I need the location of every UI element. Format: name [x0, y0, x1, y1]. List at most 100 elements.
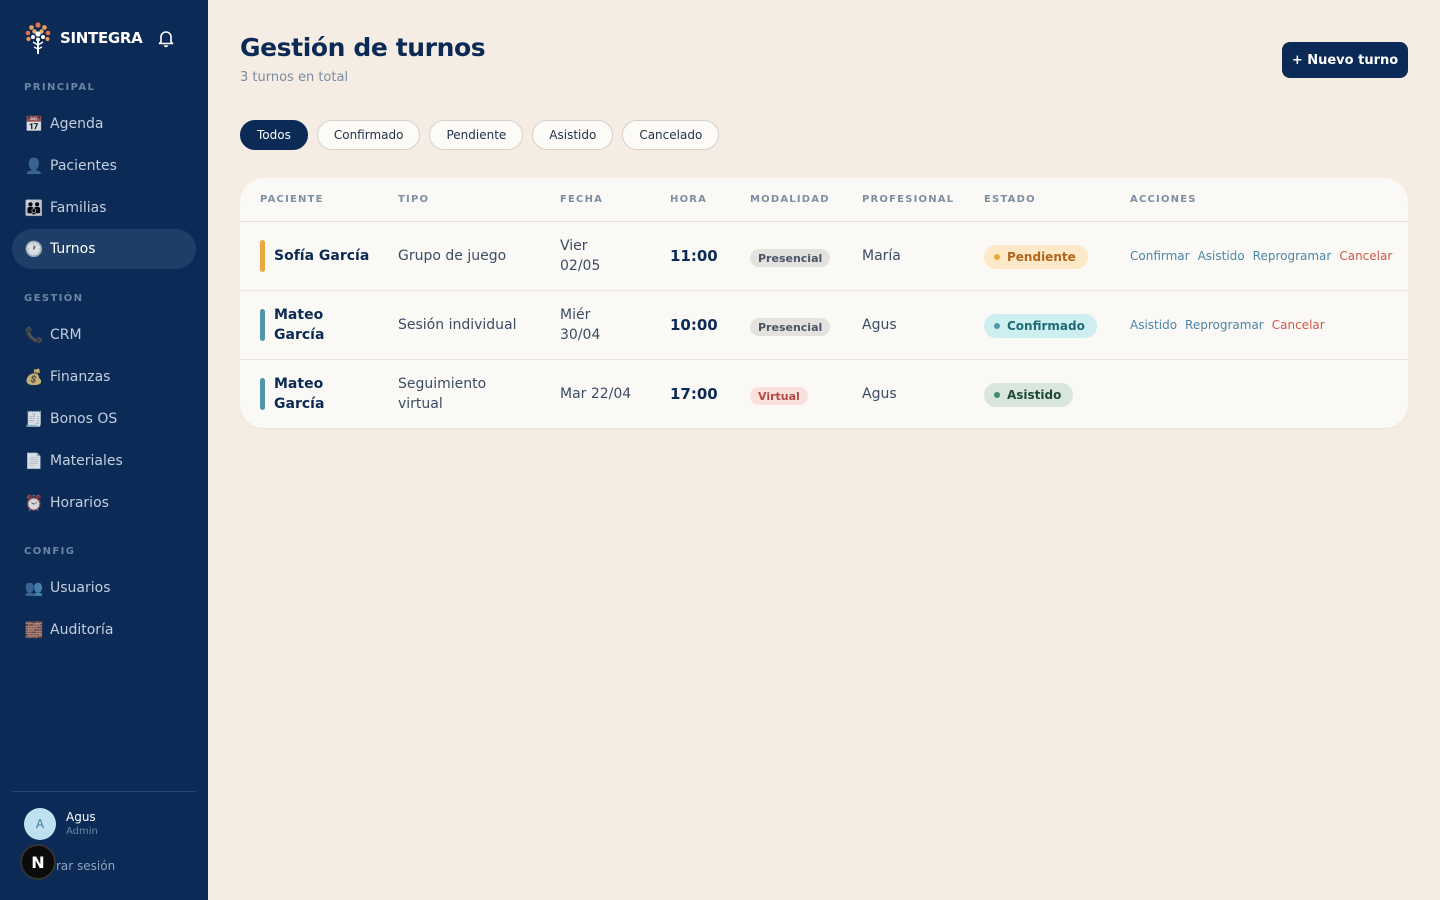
calendar-icon: 📅	[24, 115, 44, 133]
sidebar-item-label: Pacientes	[50, 158, 117, 174]
sidebar-item-materiales[interactable]: 📄 Materiales	[12, 441, 196, 481]
action-confirmar[interactable]: Confirmar	[1130, 249, 1190, 263]
section-label-config: CONFIG	[24, 546, 76, 557]
status-label: Pendiente	[1007, 250, 1076, 264]
column-header-tipo: TIPO	[398, 194, 430, 205]
appointment-date-day: Vier	[560, 238, 588, 254]
patient-first-name[interactable]: Mateo	[274, 305, 323, 325]
professional-name: Agus	[862, 317, 897, 333]
status-color-bar	[260, 240, 265, 272]
dev-tools-badge[interactable]: N	[20, 844, 56, 880]
sidebar-item-bonos-os[interactable]: 🧾 Bonos OS	[12, 399, 196, 439]
appointment-time: 17:00	[670, 385, 718, 403]
column-header-acciones: ACCIONES	[1130, 194, 1197, 205]
row-actions: Confirmar Asistido Reprogramar Cancelar	[1130, 249, 1392, 263]
appointment-type: Sesión individual	[398, 317, 517, 333]
sidebar-item-pacientes[interactable]: 👤 Pacientes	[12, 146, 196, 186]
action-asistido[interactable]: Asistido	[1130, 318, 1177, 332]
section-label-gestion: GESTIÓN	[24, 293, 84, 304]
user-name: Agus	[66, 810, 96, 824]
appointment-type-cont: virtual	[398, 396, 443, 412]
action-cancelar[interactable]: Cancelar	[1272, 318, 1325, 332]
filter-pendiente[interactable]: Pendiente	[429, 120, 524, 150]
sidebar-item-label: Agenda	[50, 116, 104, 132]
status-label: Asistido	[1007, 388, 1062, 402]
appointment-time: 11:00	[670, 247, 718, 265]
action-asistido[interactable]: Asistido	[1198, 249, 1245, 263]
appointment-type: Seguimiento	[398, 376, 487, 392]
column-header-fecha: FECHA	[560, 194, 604, 205]
page-subtitle: 3 turnos en total	[240, 70, 349, 85]
patient-name[interactable]: Sofía García	[274, 246, 369, 266]
sidebar-item-familias[interactable]: 👪 Familias	[12, 188, 196, 228]
appointment-date: Mar 22/04	[560, 386, 632, 402]
status-badge: Confirmado	[984, 314, 1097, 338]
status-color-bar	[260, 378, 265, 410]
filter-asistido[interactable]: Asistido	[532, 120, 614, 150]
status-dot	[994, 323, 1000, 329]
section-label-principal: PRINCIPAL	[24, 82, 96, 93]
column-header-estado: ESTADO	[984, 194, 1036, 205]
sidebar-item-usuarios[interactable]: 👥 Usuarios	[12, 568, 196, 608]
avatar[interactable]: A	[24, 808, 56, 840]
action-cancelar[interactable]: Cancelar	[1339, 249, 1392, 263]
status-dot	[994, 392, 1000, 398]
status-label: Confirmado	[1007, 319, 1085, 333]
sidebar-item-label: Turnos	[50, 241, 96, 257]
sidebar-item-label: Auditoría	[50, 622, 114, 638]
bricks-icon: 🧱	[24, 621, 44, 639]
appointment-date-day: Miér	[560, 307, 591, 323]
turnos-table: PACIENTE TIPO FECHA HORA MODALIDAD PROFE…	[240, 178, 1408, 428]
column-header-modalidad: MODALIDAD	[750, 194, 830, 205]
sidebar-item-agenda[interactable]: 📅 Agenda	[12, 104, 196, 144]
sidebar-item-label: Familias	[50, 200, 107, 216]
sidebar-item-finanzas[interactable]: 💰 Finanzas	[12, 357, 196, 397]
row-actions: Asistido Reprogramar Cancelar	[1130, 318, 1325, 332]
sidebar-item-label: Materiales	[50, 453, 123, 469]
status-dot	[994, 254, 1000, 260]
page-title: Gestión de turnos	[240, 33, 486, 62]
user-role: Admin	[66, 826, 98, 837]
action-reprogramar[interactable]: Reprogramar	[1185, 318, 1264, 332]
appointment-type: Grupo de juego	[398, 248, 507, 264]
brand-name: SINTEGRA	[60, 29, 143, 47]
phone-icon: 📞	[24, 326, 44, 344]
appointment-date: 30/04	[560, 327, 601, 343]
filter-cancelado[interactable]: Cancelado	[622, 120, 720, 150]
sidebar-item-label: Finanzas	[50, 369, 111, 385]
status-color-bar	[260, 309, 265, 341]
status-filters: Todos Confirmado Pendiente Asistido Canc…	[240, 120, 720, 150]
sidebar-item-horarios[interactable]: ⏰ Horarios	[12, 483, 196, 523]
alarm-clock-icon: ⏰	[24, 494, 44, 512]
patient-last-name[interactable]: García	[274, 325, 324, 345]
table-row[interactable]: Sofía García Grupo de juego Vier 02/05 1…	[240, 222, 1408, 291]
new-turno-button[interactable]: + Nuevo turno	[1282, 42, 1408, 78]
sidebar-item-label: CRM	[50, 327, 82, 343]
sidebar-item-turnos[interactable]: 🕐 Turnos	[12, 229, 196, 269]
modality-badge: Presencial	[750, 318, 831, 336]
bell-icon[interactable]	[156, 28, 176, 48]
logout-link[interactable]: rar sesión	[56, 859, 115, 873]
sintegra-logo-icon	[24, 21, 52, 55]
appointment-time: 10:00	[670, 316, 718, 334]
table-row[interactable]: Mateo García Seguimiento virtual Mar 22/…	[240, 360, 1408, 428]
table-row[interactable]: Mateo García Sesión individual Miér 30/0…	[240, 291, 1408, 360]
action-reprogramar[interactable]: Reprogramar	[1253, 249, 1332, 263]
column-header-paciente: PACIENTE	[260, 194, 324, 205]
clock-icon: 🕐	[24, 240, 44, 258]
sidebar-item-auditoria[interactable]: 🧱 Auditoría	[12, 610, 196, 650]
professional-name: María	[862, 248, 901, 264]
column-header-profesional: PROFESIONAL	[862, 194, 955, 205]
patient-last-name[interactable]: García	[274, 394, 324, 414]
patient-first-name[interactable]: Mateo	[274, 374, 323, 394]
document-icon: 📄	[24, 452, 44, 470]
filter-todos[interactable]: Todos	[240, 120, 308, 150]
person-icon: 👤	[24, 157, 44, 175]
sidebar-item-crm[interactable]: 📞 CRM	[12, 315, 196, 355]
professional-name: Agus	[862, 386, 897, 402]
sidebar-divider	[12, 791, 196, 792]
table-header: PACIENTE TIPO FECHA HORA MODALIDAD PROFE…	[240, 178, 1408, 222]
brand[interactable]: SINTEGRA	[24, 20, 143, 56]
filter-confirmado[interactable]: Confirmado	[316, 120, 421, 150]
money-bag-icon: 💰	[24, 368, 44, 386]
